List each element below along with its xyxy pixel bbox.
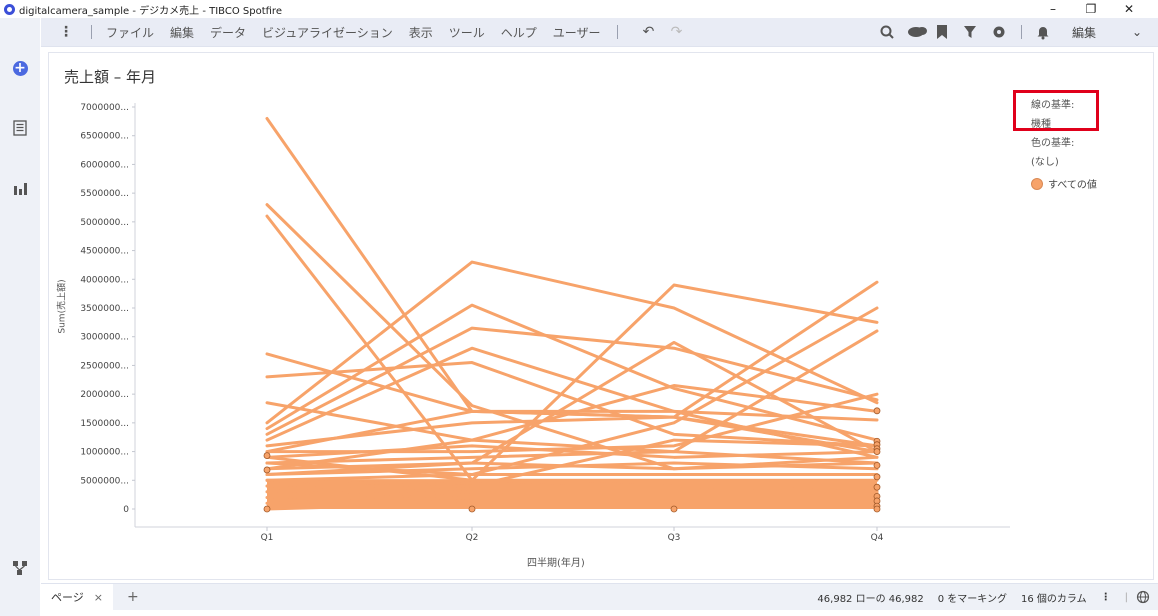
close-button[interactable]: ✕ bbox=[1110, 2, 1148, 16]
status-bar: ページ × + 46,982 ローの 46,982 0 をマーキング 16 個の… bbox=[41, 583, 1158, 610]
add-page-button[interactable]: + bbox=[127, 589, 139, 605]
close-icon[interactable]: × bbox=[94, 591, 103, 604]
legend: 線の基準: 機種 色の基準: (なし) すべての値 bbox=[1031, 96, 1131, 191]
filter-icon[interactable] bbox=[963, 24, 985, 40]
hierarchy-icon bbox=[13, 561, 27, 575]
spotfire-app-icon bbox=[4, 3, 15, 15]
legend-item-label: すべての値 bbox=[1048, 180, 1097, 191]
left-sidebar: + bbox=[0, 18, 40, 616]
visualization-title: 売上額 – 年月 bbox=[64, 68, 157, 86]
row-count: 46,982 ローの 46,982 bbox=[817, 593, 924, 605]
x-axis-label: 四半期(年月) bbox=[527, 558, 585, 569]
comments-icon[interactable] bbox=[907, 24, 929, 40]
undo-icon[interactable]: ↶ bbox=[638, 24, 660, 40]
menu-data[interactable]: データ bbox=[210, 24, 246, 41]
globe-icon[interactable] bbox=[1136, 590, 1150, 604]
visualization-types-button[interactable] bbox=[10, 178, 30, 198]
edit-mode-dropdown[interactable]: 編集 ⌄ bbox=[1068, 22, 1146, 42]
bookmark-icon[interactable] bbox=[935, 24, 957, 40]
bar-chart-icon bbox=[14, 183, 27, 195]
notification-bell-icon[interactable] bbox=[1036, 24, 1058, 40]
legend-color-by-value[interactable]: (なし) bbox=[1031, 153, 1131, 172]
redo-icon[interactable]: ↷ bbox=[666, 24, 688, 40]
edit-mode-label: 編集 bbox=[1072, 25, 1097, 40]
status-separator: | bbox=[1124, 591, 1128, 603]
main-toolbar: ⋮ ファイル 編集 データ ビジュアライゼーション 表示 ツール ヘルプ ユーザ… bbox=[41, 18, 1158, 47]
window-title: digitalcamera_sample - デジカメ売上 - TIBCO Sp… bbox=[19, 5, 282, 17]
more-menu-icon[interactable]: ⋮ bbox=[55, 24, 77, 40]
legend-item-all-values[interactable]: すべての値 bbox=[1031, 176, 1131, 191]
data-relations-button[interactable] bbox=[10, 558, 30, 578]
y-axis-label: Sum(売上額) bbox=[57, 279, 68, 334]
window-titlebar: digitalcamera_sample - デジカメ売上 - TIBCO Sp… bbox=[0, 0, 1158, 18]
menu-tools[interactable]: ツール bbox=[449, 24, 485, 41]
legend-line-by-label[interactable]: 線の基準: bbox=[1031, 96, 1131, 115]
toolbar-separator bbox=[1021, 25, 1022, 39]
menu-edit[interactable]: 編集 bbox=[170, 24, 194, 41]
visualization-panel bbox=[48, 52, 1154, 580]
more-icon[interactable]: ⋮ bbox=[1101, 592, 1111, 603]
document-list-icon bbox=[13, 120, 27, 136]
data-panel-button[interactable] bbox=[10, 118, 30, 138]
toolbar-separator bbox=[616, 25, 618, 39]
gear-icon[interactable] bbox=[991, 24, 1013, 40]
page-tab-label: ページ bbox=[51, 591, 84, 604]
legend-line-by-value[interactable]: 機種 bbox=[1031, 115, 1131, 134]
minimize-button[interactable]: – bbox=[1034, 2, 1072, 16]
legend-color-by-label[interactable]: 色の基準: bbox=[1031, 134, 1131, 153]
legend-swatch bbox=[1031, 177, 1043, 190]
page-tab[interactable]: ページ × bbox=[41, 584, 113, 610]
menu-user[interactable]: ユーザー bbox=[553, 24, 601, 41]
chevron-down-icon: ⌄ bbox=[1131, 25, 1142, 39]
menu-file[interactable]: ファイル bbox=[106, 24, 154, 41]
menu-view[interactable]: 表示 bbox=[409, 24, 433, 41]
add-data-button[interactable]: + bbox=[10, 58, 30, 78]
column-count: 16 個のカラム bbox=[1021, 593, 1087, 605]
menu-help[interactable]: ヘルプ bbox=[501, 24, 537, 41]
plus-icon: + bbox=[12, 59, 28, 76]
toolbar-separator bbox=[91, 25, 92, 39]
marked-count: 0 をマーキング bbox=[937, 593, 1008, 605]
search-icon[interactable] bbox=[879, 24, 901, 40]
menu-visualization[interactable]: ビジュアライゼーション bbox=[262, 24, 393, 41]
restore-button[interactable]: ❐ bbox=[1072, 2, 1110, 16]
